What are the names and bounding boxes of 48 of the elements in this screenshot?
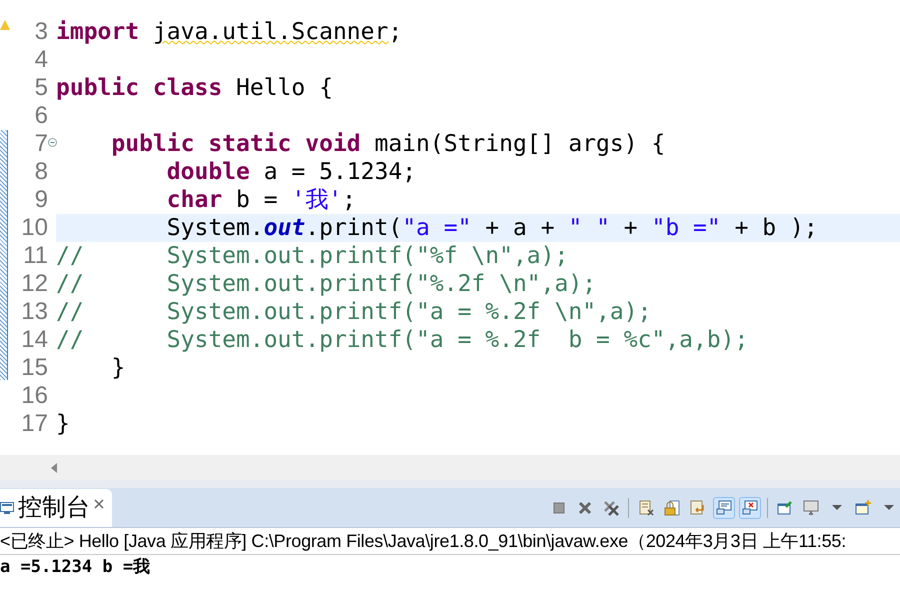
close-icon[interactable] <box>94 499 104 509</box>
line-number: 11 <box>23 244 48 268</box>
code-line: } <box>110 354 126 382</box>
console-icon <box>0 501 14 515</box>
document-arrow-icon <box>690 500 706 516</box>
code-line: // System.out.printf("a = %.2f b = %c",a,b); <box>56 326 750 354</box>
new-window-icon <box>855 500 871 516</box>
stop-icon <box>551 500 567 516</box>
code-line: } <box>56 410 71 438</box>
line-number: 10 <box>21 216 48 240</box>
line-number: 5 <box>34 76 48 100</box>
code-line: import java.util.Scanner; <box>56 18 404 46</box>
pin-window-icon <box>777 500 793 516</box>
code-line: // System.out.printf("%.2f \n",a); <box>56 270 598 298</box>
document-clear-icon <box>638 500 654 516</box>
line-number: 17 <box>21 412 48 436</box>
toolbar-button[interactable] <box>739 496 761 518</box>
caret-icon <box>832 505 842 510</box>
line-number: 12 <box>21 272 48 296</box>
monitor-icon <box>716 500 732 516</box>
console-output-line: a =5.1234 b =我 <box>0 556 152 580</box>
line-number: 14 <box>21 328 48 352</box>
remove-icon <box>577 500 593 516</box>
toolbar-button[interactable] <box>713 496 735 518</box>
line-number: 9 <box>34 188 48 212</box>
code-line: public static void main(String[] args) { <box>110 130 666 158</box>
scroll-left-icon[interactable] <box>50 462 58 472</box>
caret-icon <box>884 505 894 510</box>
remove-all-icon <box>603 500 619 516</box>
console-tab[interactable]: 控制台 <box>0 489 112 527</box>
monitor-icon <box>803 500 819 516</box>
code-line: // System.out.printf("a = %.2f \n",a); <box>56 298 652 326</box>
line-number: 3 <box>34 20 48 44</box>
line-number: 15 <box>21 356 48 380</box>
line-number: 7 <box>34 132 48 156</box>
line-number: 6 <box>34 104 48 128</box>
line-number: 8 <box>34 160 48 184</box>
monitor-error-icon <box>742 500 758 516</box>
code-line: public class Hello { <box>56 74 334 102</box>
code-line: // System.out.printf("%f \n",a); <box>56 242 570 270</box>
line-number: 16 <box>21 384 48 408</box>
line-number: 13 <box>21 300 48 324</box>
code-line: double a = 5.1234; <box>166 158 418 186</box>
lock-icon <box>664 500 680 516</box>
fold-icon[interactable] <box>48 138 57 147</box>
code-line: char b = '我'; <box>166 186 357 214</box>
line-number: 4 <box>34 48 48 72</box>
process-status: <已终止> Hello [Java 应用程序] C:\Program Files\Java\jre1.8.0_91\bin\javaw.exe（2024年3月3日 上午11:55: <box>0 528 900 555</box>
